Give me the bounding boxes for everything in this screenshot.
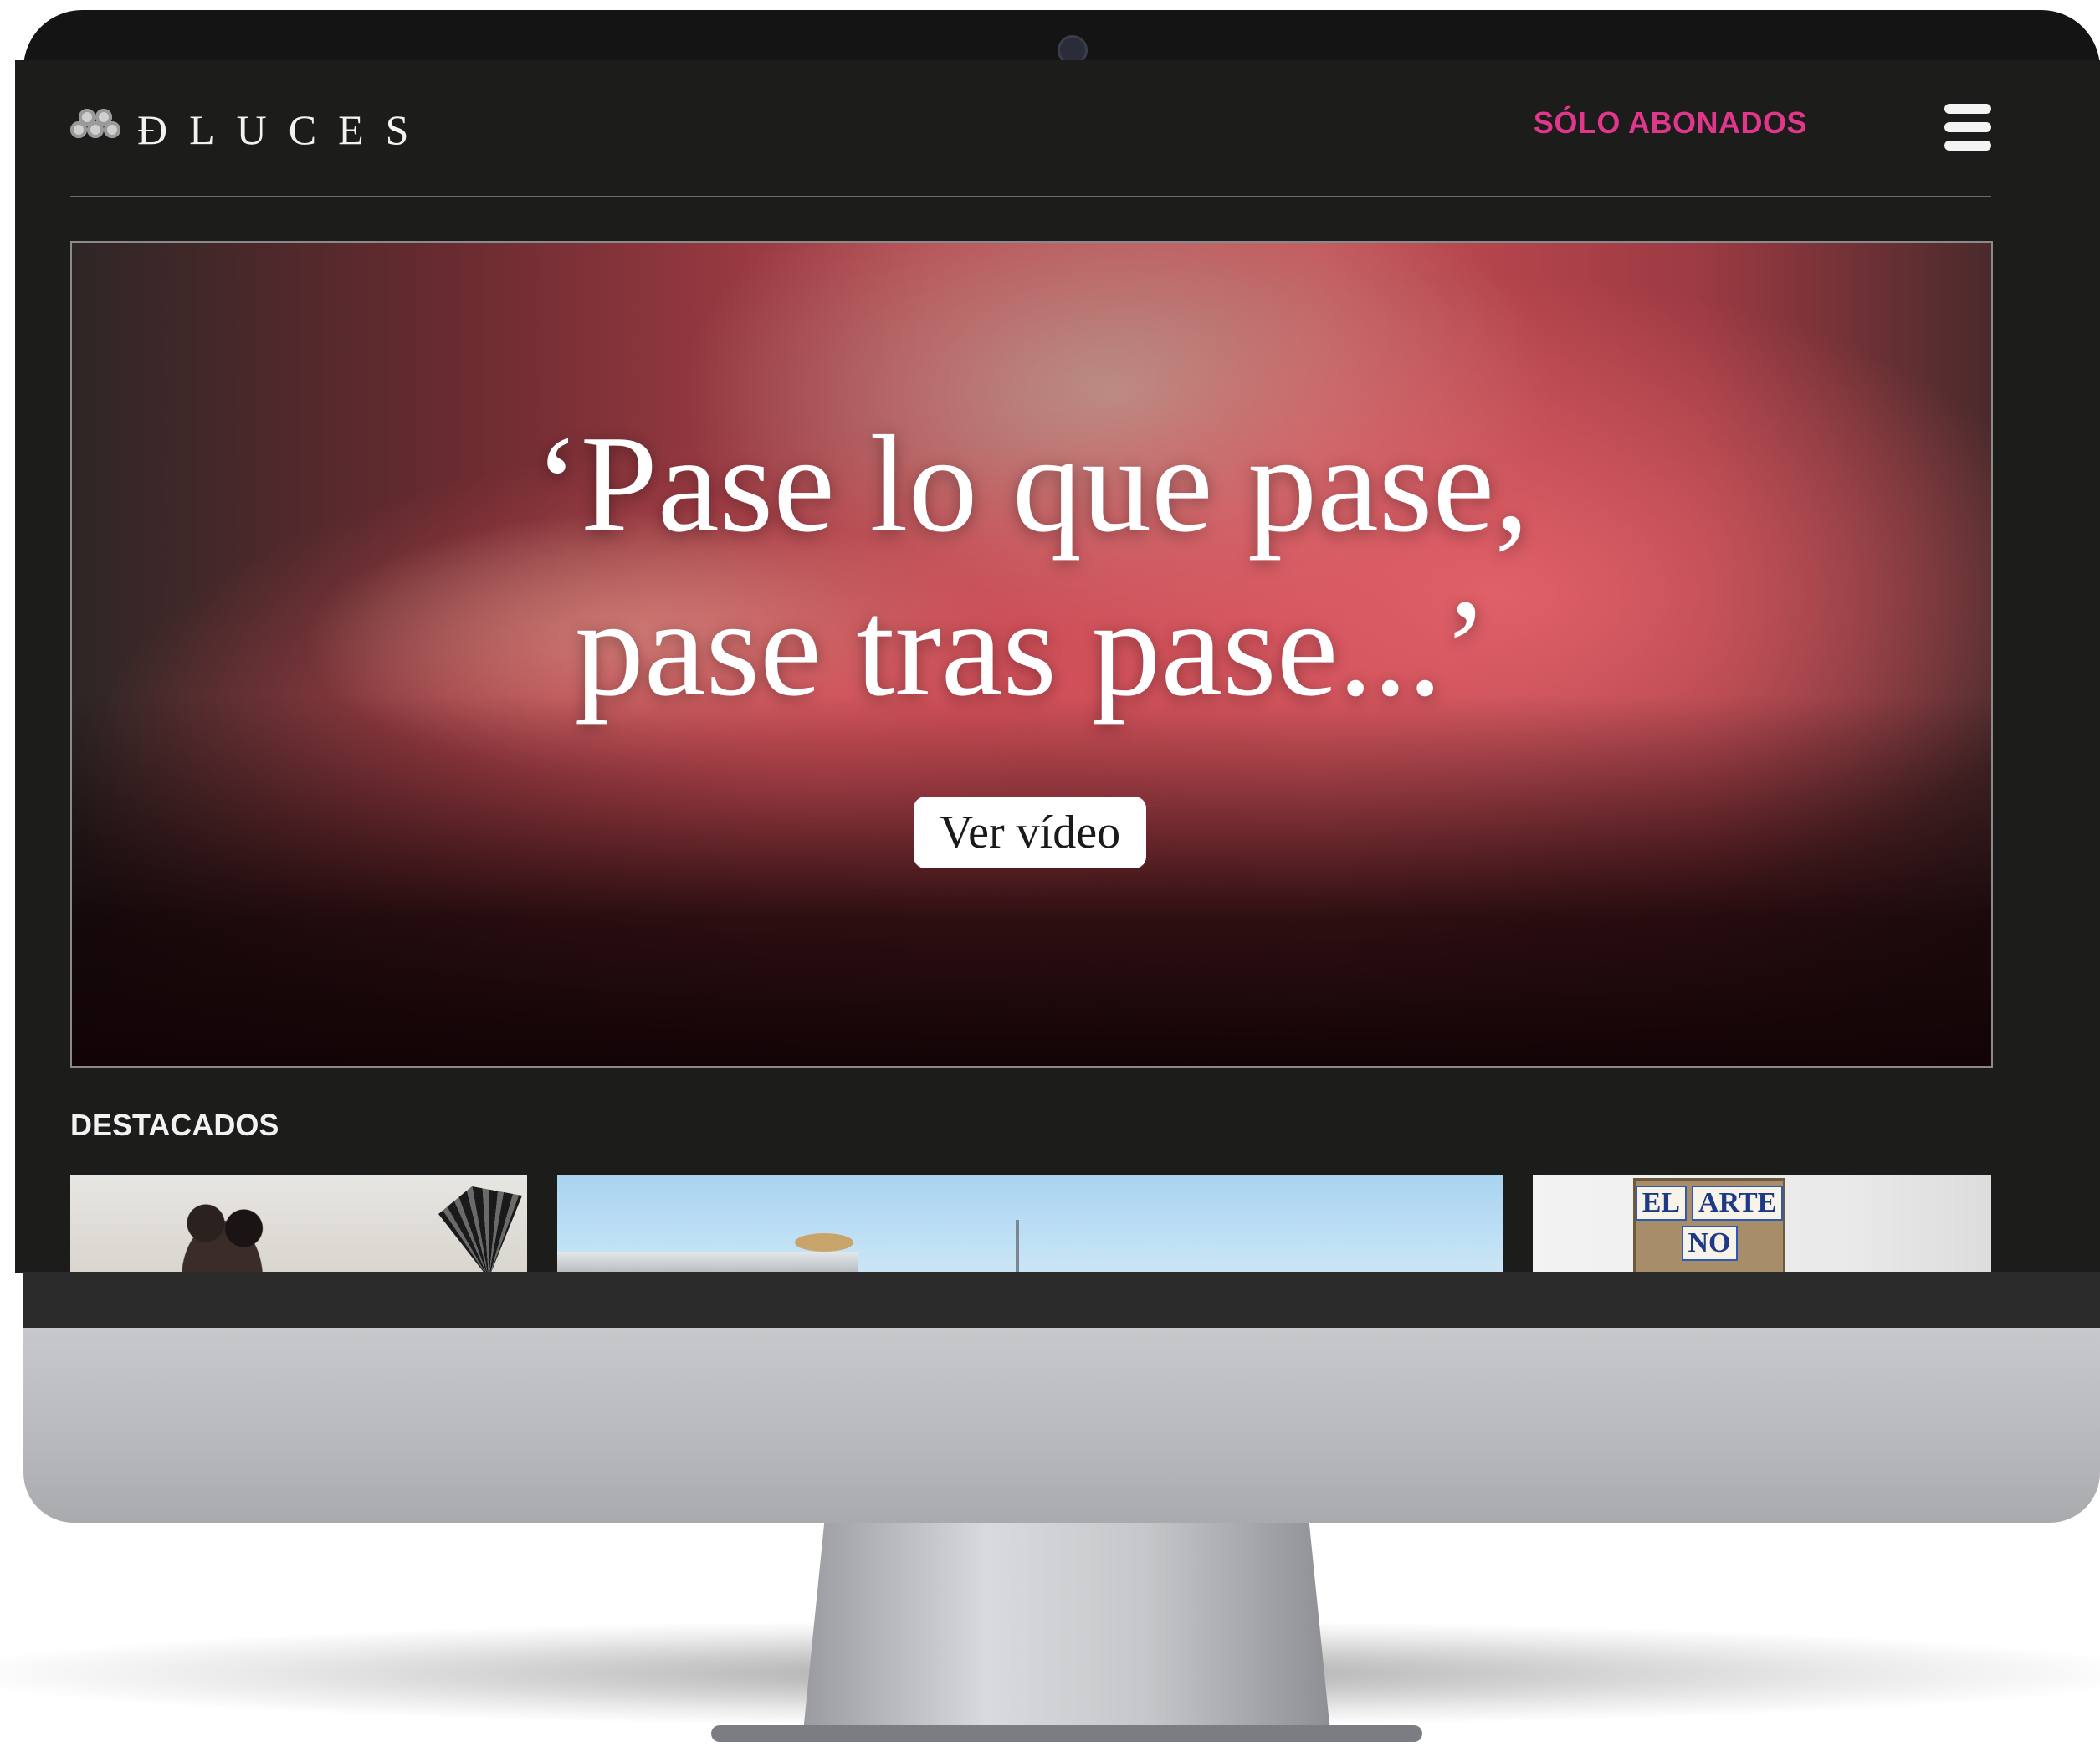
logo-text: ÐLUCES — [137, 106, 431, 153]
tile-sign: EL ARTE NO — [1633, 1178, 1785, 1273]
featured-section-title: DESTACADOS — [70, 1108, 279, 1142]
fan-icon — [438, 1186, 522, 1273]
monitor-stand-base — [711, 1725, 1422, 1742]
sign-text: NO — [1681, 1226, 1738, 1261]
sign-text: EL — [1635, 1186, 1688, 1221]
hero-quote: ‘Pase lo que pase, pase tras pase...’ — [72, 402, 1991, 730]
site-logo[interactable]: ÐLUCES — [70, 106, 430, 153]
featured-card[interactable] — [557, 1175, 1503, 1273]
sign-text: ARTE — [1692, 1186, 1784, 1221]
subscribers-only-link[interactable]: SÓLO ABONADOS — [1534, 105, 1807, 141]
rooftop-figure — [557, 1252, 858, 1273]
featured-card[interactable] — [70, 1175, 527, 1273]
hero-banner[interactable]: ‘Pase lo que pase, pase tras pase...’ Ve… — [70, 241, 1993, 1068]
monitor-stand — [803, 1523, 1330, 1732]
hero-quote-line-1: ‘Pase lo que pase, — [534, 407, 1529, 561]
browser-viewport: ÐLUCES SÓLO ABONADOS ‘Pase lo que pase, … — [15, 60, 2100, 1273]
hero-quote-line-2: pase tras pase...’ — [574, 571, 1489, 725]
site-header: ÐLUCES SÓLO ABONADOS — [70, 60, 1991, 197]
screen-bottom-bezel — [23, 1272, 2100, 1328]
logo-mark-icon — [70, 109, 122, 149]
hat-figure — [795, 1233, 853, 1252]
antenna-figure — [1016, 1220, 1019, 1273]
monitor-chin — [23, 1328, 2100, 1523]
watch-video-button[interactable]: Ver vídeo — [914, 797, 1146, 868]
hamburger-icon[interactable] — [1944, 104, 1991, 151]
couple-photo-figure — [162, 1193, 271, 1273]
featured-card[interactable]: EL ARTE NO — [1533, 1175, 1991, 1273]
